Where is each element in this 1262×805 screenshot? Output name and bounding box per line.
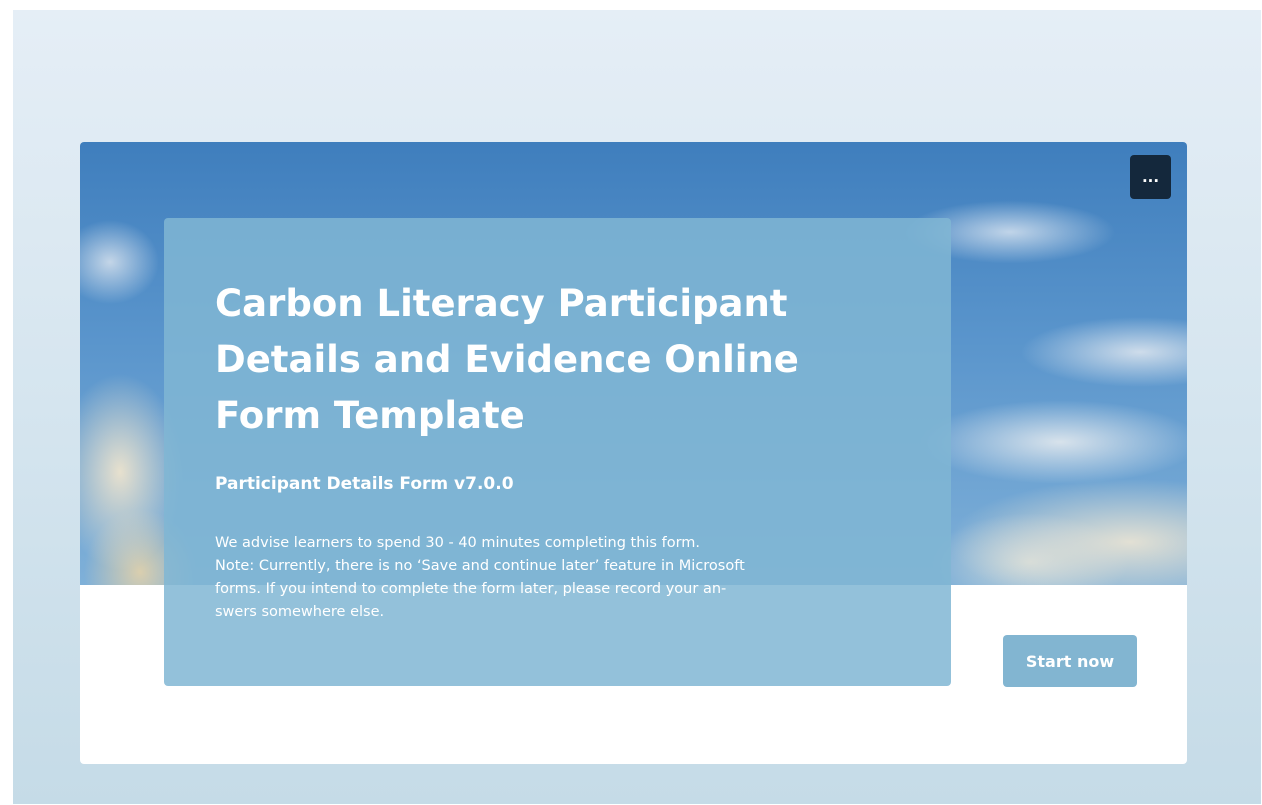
description-line: Note: Currently, there is no ‘Save and c… xyxy=(215,558,745,574)
form-subtitle: Participant Details Form v7.0.0 xyxy=(215,474,514,494)
description-line: swers somewhere else. xyxy=(215,604,385,620)
description-line: forms. If you intend to complete the for… xyxy=(215,581,727,597)
form-intro-panel: Carbon Literacy Participant Details and … xyxy=(164,218,951,686)
form-card: ... Carbon Literacy Participant Details … xyxy=(80,142,1187,764)
more-horizontal-icon: ... xyxy=(1141,168,1160,186)
form-title: Carbon Literacy Participant Details and … xyxy=(215,282,799,437)
more-options-button[interactable]: ... xyxy=(1130,155,1171,199)
page-background: ... Carbon Literacy Participant Details … xyxy=(13,10,1261,804)
description-line: We advise learners to spend 30 - 40 minu… xyxy=(215,535,701,551)
form-description: We advise learners to spend 30 - 40 minu… xyxy=(215,532,815,624)
start-now-button[interactable]: Start now xyxy=(1003,635,1137,687)
